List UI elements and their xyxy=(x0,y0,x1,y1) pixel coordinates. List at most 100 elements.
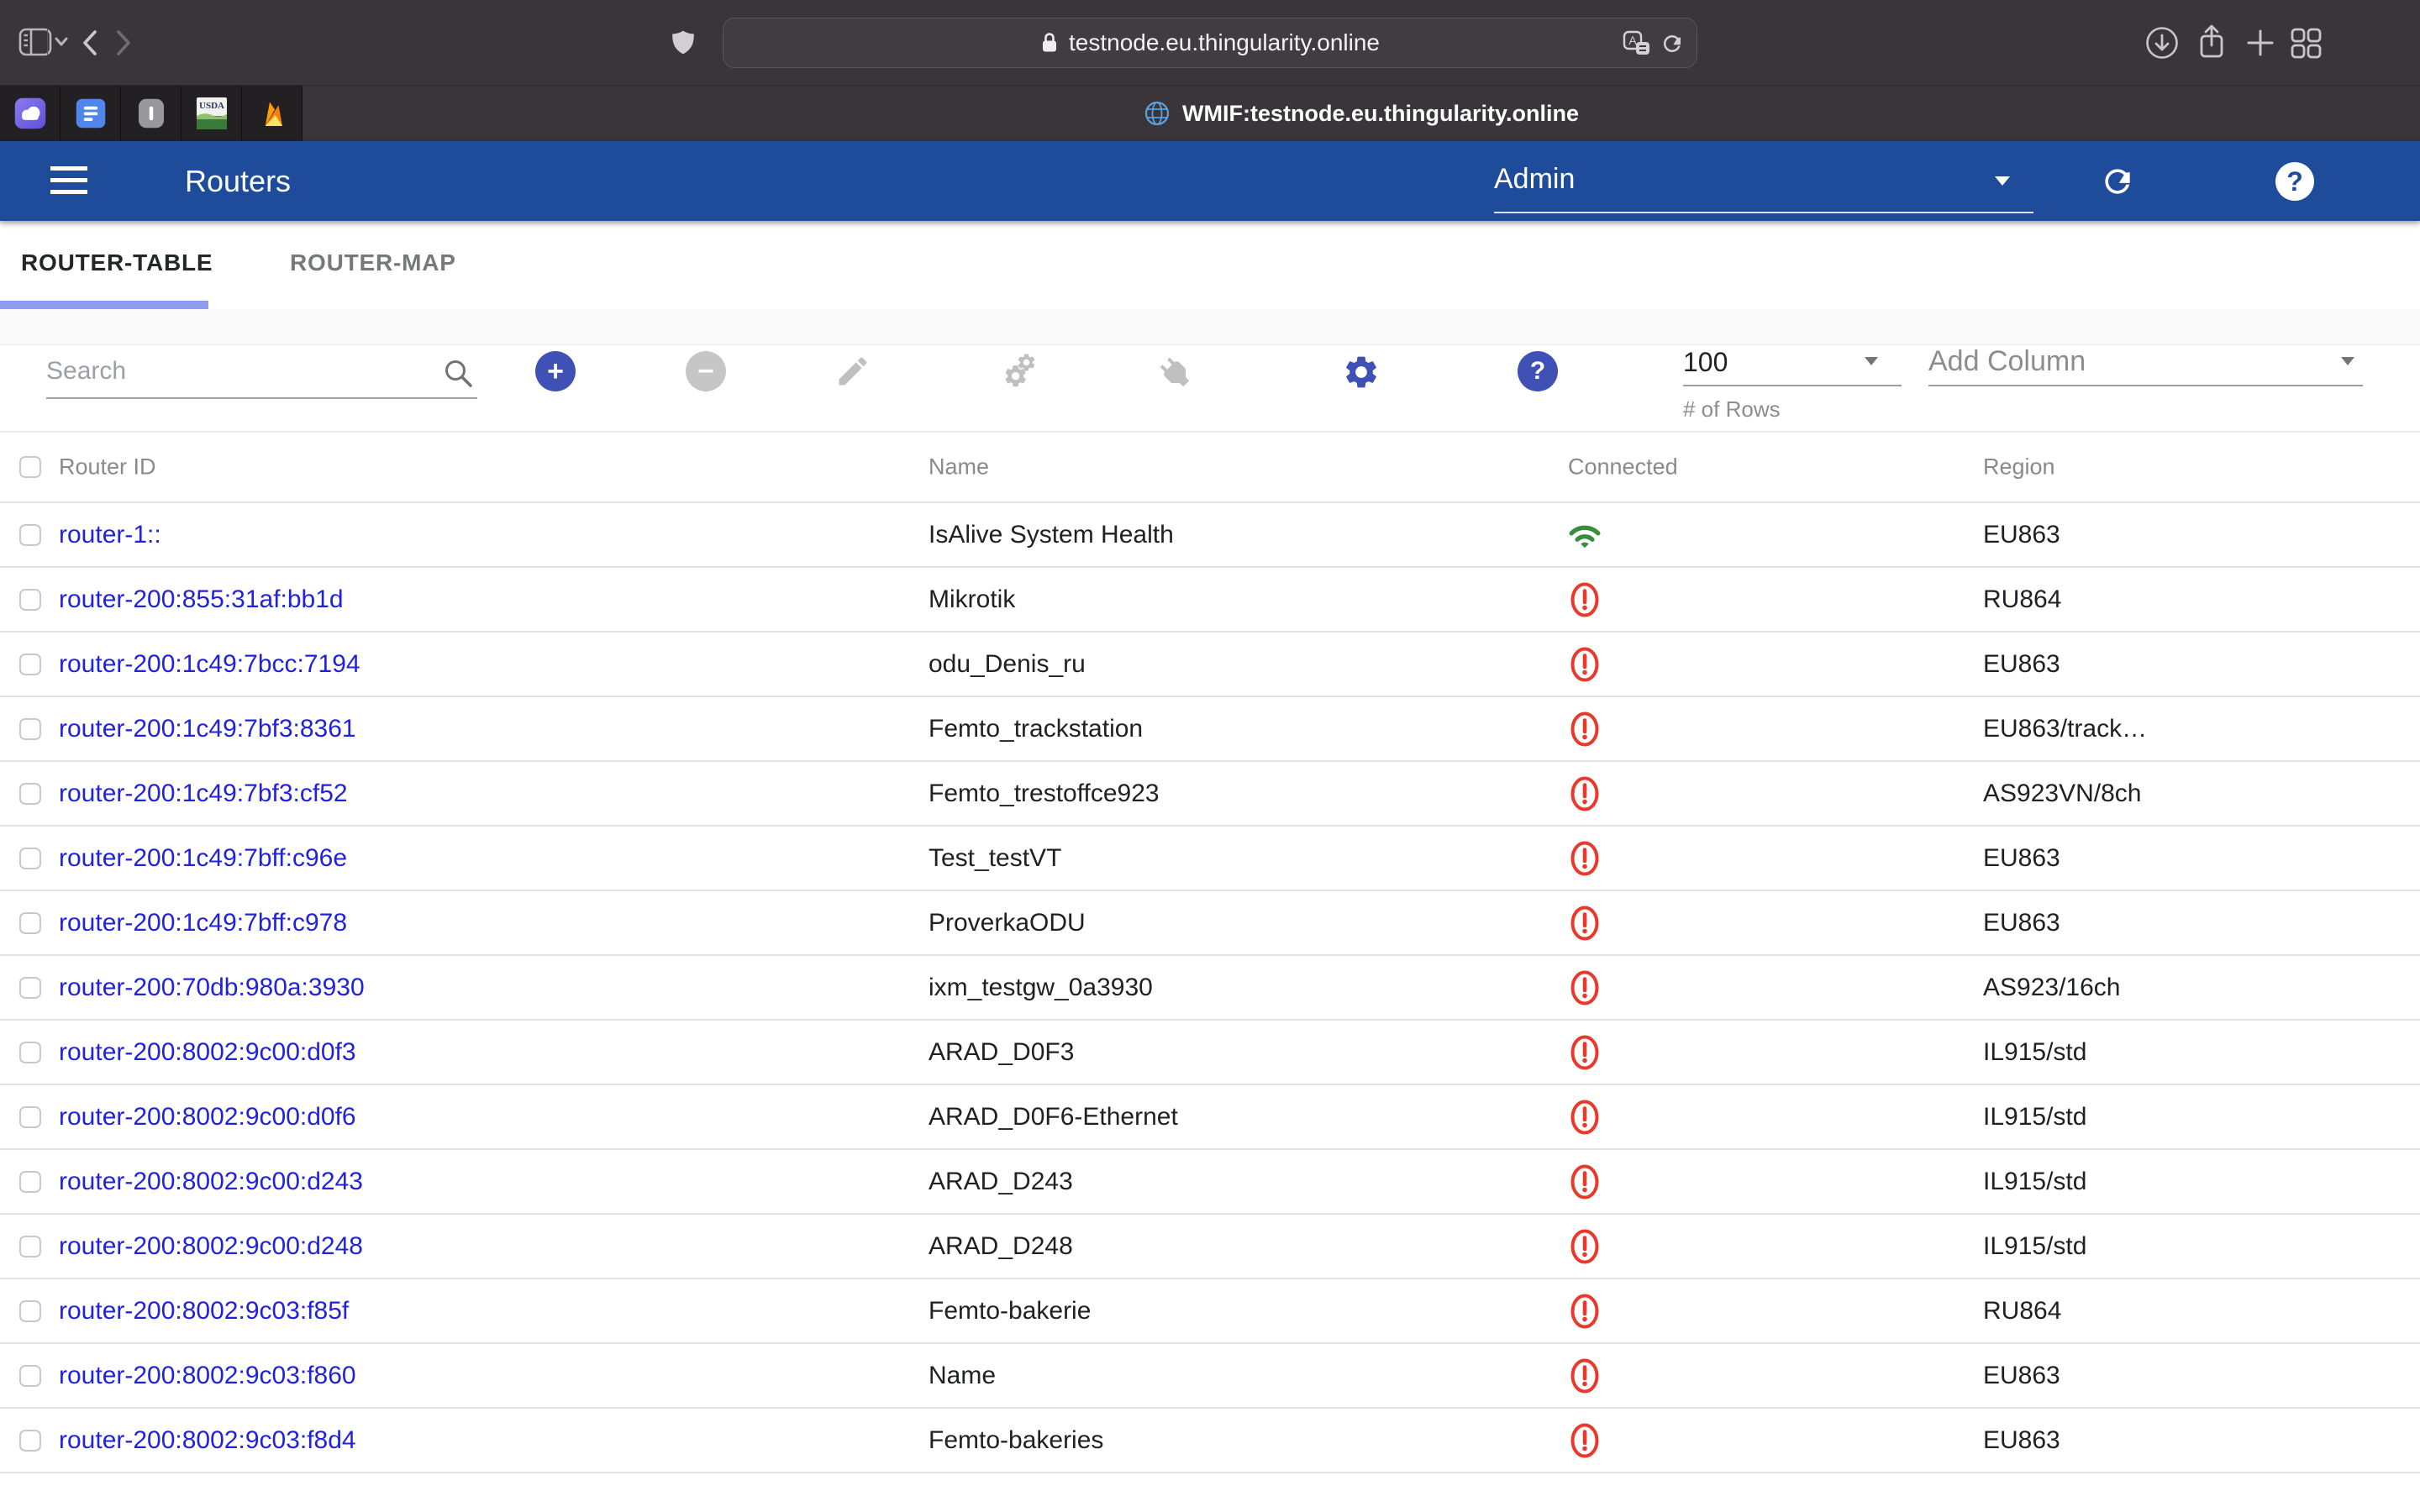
settings-icon[interactable] xyxy=(1342,353,1381,391)
pinned-tab-docs[interactable] xyxy=(60,86,121,141)
pinned-tab-firebase[interactable] xyxy=(242,86,302,141)
error-disconnected-icon xyxy=(1569,1357,1601,1395)
router-id-link[interactable]: router-200:8002:9c00:d243 xyxy=(59,1168,363,1196)
new-tab-icon[interactable] xyxy=(2244,26,2277,60)
menu-icon[interactable] xyxy=(50,166,87,202)
row-checkbox[interactable] xyxy=(19,1042,41,1063)
tab-router-table[interactable]: ROUTER-TABLE xyxy=(21,221,213,305)
table-row: router-200:1c49:7bcc:7194 odu_Denis_ru E… xyxy=(0,633,2420,697)
router-id-link[interactable]: router-200:1c49:7bf3:cf52 xyxy=(59,780,348,808)
firebase-favicon xyxy=(257,97,287,129)
table-row: router-200:1c49:7bf3:8361 Femto_tracksta… xyxy=(0,697,2420,762)
translate-icon[interactable]: A xyxy=(1623,30,1651,57)
router-name: ixm_testgw_0a3930 xyxy=(929,974,1153,1002)
tab-overview-icon[interactable] xyxy=(2289,26,2323,60)
table-row: router-200:1c49:7bff:c978 ProverkaODU EU… xyxy=(0,891,2420,956)
table-row: router-1:: IsAlive System Health EU863 xyxy=(0,503,2420,568)
rows-per-page-select[interactable]: 100 # of Rows xyxy=(1683,345,1902,423)
router-region: IL915/std xyxy=(1983,1168,2086,1196)
router-region: AS923/16ch xyxy=(1983,974,2120,1002)
row-checkbox[interactable] xyxy=(19,1300,41,1322)
router-id-link[interactable]: router-1:: xyxy=(59,521,161,549)
error-disconnected-icon xyxy=(1569,969,1601,1007)
row-checkbox[interactable] xyxy=(19,654,41,675)
router-id-link[interactable]: router-200:1c49:7bcc:7194 xyxy=(59,650,360,679)
chevron-down-icon xyxy=(1995,176,2010,186)
tab-router-map[interactable]: ROUTER-MAP xyxy=(290,221,456,305)
table-row: router-200:8002:9c00:d243 ARAD_D243 IL91… xyxy=(0,1150,2420,1215)
router-region: EU863 xyxy=(1983,521,2060,549)
globe-icon xyxy=(1144,100,1171,127)
app-header: Routers Admin ? xyxy=(0,141,2420,221)
router-name: Name xyxy=(929,1362,996,1390)
pinned-tab-cloud[interactable] xyxy=(0,86,60,141)
row-checkbox[interactable] xyxy=(19,848,41,869)
bulk-config-icon[interactable] xyxy=(1002,353,1051,393)
row-checkbox[interactable] xyxy=(19,912,41,934)
router-name: ProverkaODU xyxy=(929,909,1086,937)
router-id-link[interactable]: router-200:1c49:7bf3:8361 xyxy=(59,715,356,743)
view-tabs: ROUTER-TABLE ROUTER-MAP xyxy=(0,221,2420,309)
toolbar-divider xyxy=(47,29,48,55)
router-name: Femto_trackstation xyxy=(929,715,1143,743)
router-table-card: + − ? 100 xyxy=(0,344,2420,1512)
row-checkbox[interactable] xyxy=(19,589,41,611)
router-id-link[interactable]: router-200:855:31af:bb1d xyxy=(59,585,344,614)
router-name: ARAD_D243 xyxy=(929,1168,1073,1196)
sidebar-menu-chevron-icon[interactable] xyxy=(54,36,69,48)
pinned-tab-usda[interactable]: USDA xyxy=(182,86,242,141)
edit-icon[interactable] xyxy=(834,353,871,390)
help-button[interactable]: ? xyxy=(2275,162,2314,201)
refresh-button[interactable] xyxy=(2099,163,2136,200)
connect-icon[interactable] xyxy=(1155,353,1196,393)
add-router-button[interactable]: + xyxy=(535,351,576,391)
row-checkbox[interactable] xyxy=(19,977,41,999)
role-select[interactable]: Admin xyxy=(1494,141,2033,221)
router-name: Femto-bakerie xyxy=(929,1297,1091,1326)
pinned-tab-info[interactable] xyxy=(121,86,182,141)
table-row: router-200:8002:9c03:f860 Name EU863 xyxy=(0,1344,2420,1409)
page-content: + − ? 100 xyxy=(0,344,2420,1512)
address-bar[interactable]: testnode.eu.thingularity.online A xyxy=(723,18,1697,68)
router-id-link[interactable]: router-200:8002:9c03:f8d4 xyxy=(59,1426,356,1455)
error-disconnected-icon xyxy=(1569,1163,1601,1201)
row-checkbox[interactable] xyxy=(19,1365,41,1387)
forward-button-icon[interactable] xyxy=(114,29,134,57)
router-region: EU863 xyxy=(1983,909,2060,937)
share-icon[interactable] xyxy=(2195,23,2228,61)
row-checkbox[interactable] xyxy=(19,1236,41,1257)
row-checkbox[interactable] xyxy=(19,1171,41,1193)
search-input[interactable] xyxy=(46,355,477,399)
select-all-checkbox[interactable] xyxy=(19,456,41,478)
row-checkbox[interactable] xyxy=(19,783,41,805)
active-tab-underline xyxy=(0,301,208,309)
router-id-link[interactable]: router-200:8002:9c00:d248 xyxy=(59,1232,363,1261)
error-disconnected-icon xyxy=(1569,839,1601,878)
add-column-select[interactable]: Add Column xyxy=(1928,345,2363,386)
router-id-link[interactable]: router-200:8002:9c03:f860 xyxy=(59,1362,356,1390)
router-id-link[interactable]: router-200:8002:9c03:f85f xyxy=(59,1297,349,1326)
remove-router-button[interactable]: − xyxy=(686,351,726,391)
row-checkbox[interactable] xyxy=(19,718,41,740)
column-region: Region xyxy=(1983,454,2055,480)
row-checkbox[interactable] xyxy=(19,524,41,546)
row-checkbox[interactable] xyxy=(19,1106,41,1128)
router-id-link[interactable]: router-200:70db:980a:3930 xyxy=(59,974,365,1002)
table-header: Router ID Name Connected Region xyxy=(0,433,2420,503)
error-disconnected-icon xyxy=(1569,580,1601,619)
page-title: Routers xyxy=(185,141,291,221)
active-tab[interactable]: WMIF:testnode.eu.thingularity.online xyxy=(302,86,2420,141)
router-id-link[interactable]: router-200:8002:9c00:d0f6 xyxy=(59,1103,356,1131)
privacy-shield-icon[interactable] xyxy=(670,28,697,58)
router-id-link[interactable]: router-200:1c49:7bff:c978 xyxy=(59,909,347,937)
table-help-button[interactable]: ? xyxy=(1518,351,1558,391)
router-name: odu_Denis_ru xyxy=(929,650,1086,679)
router-id-link[interactable]: router-200:8002:9c00:d0f3 xyxy=(59,1038,356,1067)
router-id-link[interactable]: router-200:1c49:7bff:c96e xyxy=(59,844,347,873)
reload-icon[interactable] xyxy=(1660,31,1685,56)
back-button-icon[interactable] xyxy=(79,29,99,57)
info-favicon xyxy=(136,98,166,129)
downloads-icon[interactable] xyxy=(2144,25,2180,60)
row-checkbox[interactable] xyxy=(19,1430,41,1452)
router-name: IsAlive System Health xyxy=(929,521,1174,549)
